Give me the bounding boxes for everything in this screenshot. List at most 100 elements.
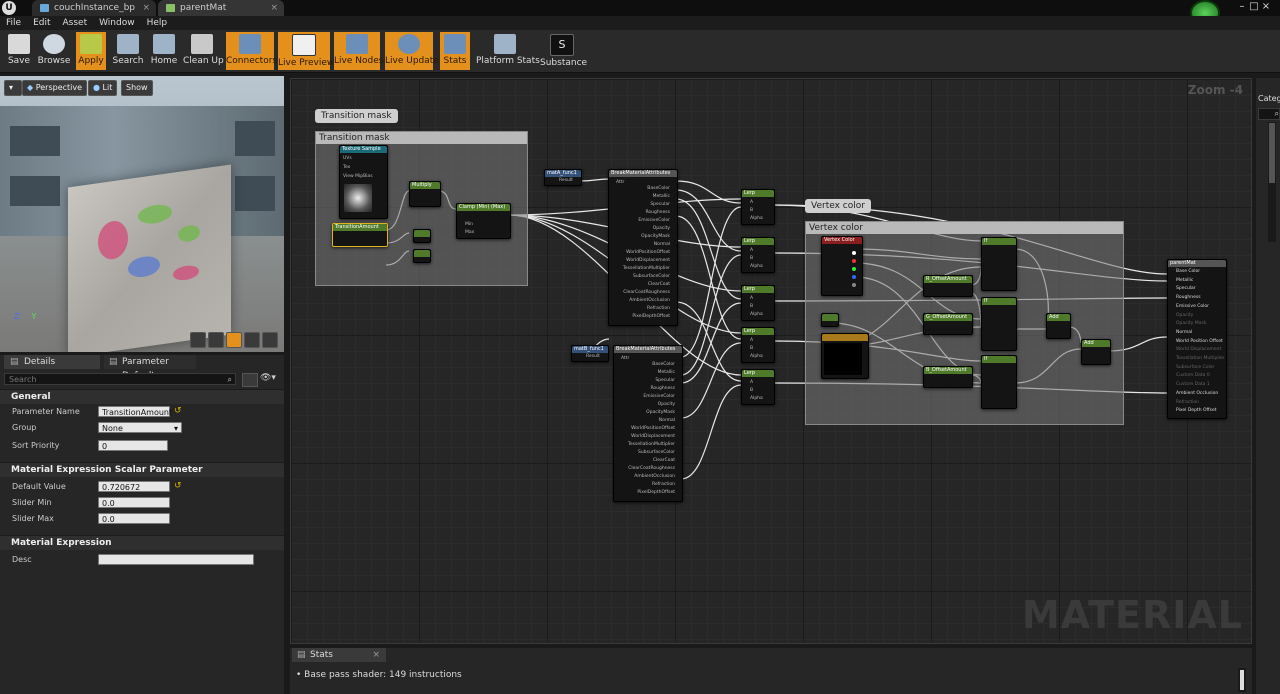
lit-button[interactable]: ● Lit	[88, 80, 118, 96]
lerp-pin[interactable]: B	[750, 208, 753, 213]
menu-window[interactable]: Window	[93, 16, 141, 30]
output-pin[interactable]: Refraction	[647, 306, 670, 311]
output-pin[interactable]: BaseColor	[652, 362, 675, 367]
save-button[interactable]: Save	[4, 32, 34, 70]
output-pin[interactable]: Metallic	[658, 370, 675, 375]
output-pin[interactable]: PixelDepthOffset	[632, 314, 670, 319]
tab-stats[interactable]: ▤ Stats ×	[292, 648, 386, 662]
platform-stats-button[interactable]: Platform Stats	[476, 32, 540, 70]
input-pin[interactable]: Emissive Color	[1176, 304, 1209, 309]
input-pin[interactable]: Subsurface Color	[1176, 365, 1214, 370]
reset-to-default-icon[interactable]: ↺	[174, 482, 182, 491]
output-pin[interactable]: EmissiveColor	[643, 394, 675, 399]
vertex-color-node[interactable]: Vertex Color	[821, 236, 863, 296]
maximize-icon[interactable]: □	[1248, 1, 1260, 12]
slider-min-field[interactable]: 0.0	[98, 497, 170, 508]
output-pin[interactable]: ClearCoatRoughness	[628, 466, 675, 471]
lerp-pin[interactable]: B	[750, 346, 753, 351]
clamp-node[interactable]: Clamp (Min) (Max) Min Max	[456, 203, 511, 239]
preview-plane-icon[interactable]	[226, 332, 242, 348]
pin-min[interactable]: Min	[465, 222, 473, 227]
reset-to-default-icon[interactable]: ↺	[174, 407, 182, 416]
output-pin[interactable]: ClearCoat	[648, 282, 670, 287]
section-material-expression[interactable]: Material Expression	[0, 535, 284, 550]
output-pin[interactable]: OpacityMask	[646, 410, 675, 415]
output-pin[interactable]: AmbientOcclusion	[634, 474, 675, 479]
lerp-pin[interactable]: Alpha	[750, 396, 763, 401]
input-pin[interactable]: World Displacement	[1176, 347, 1221, 352]
input-pin[interactable]: Custom Data 1	[1176, 382, 1210, 387]
input-pin[interactable]: Metallic	[1176, 278, 1193, 283]
material-output-node[interactable]: parentMat Base Color Metallic Specular Roug…	[1167, 259, 1227, 419]
input-pin[interactable]: Roughness	[1176, 295, 1201, 300]
input-pin[interactable]: Refraction	[1176, 400, 1199, 405]
comment-bubble-vertex-color[interactable]: Vertex color	[805, 199, 871, 213]
lerp-node[interactable]: Lerp A B Alpha	[741, 237, 775, 273]
menu-help[interactable]: Help	[141, 16, 174, 30]
output-pin[interactable]: Metallic	[653, 194, 670, 199]
apply-button[interactable]: Apply	[76, 32, 106, 70]
palette-scrollbar[interactable]	[1268, 122, 1276, 242]
clean-up-button[interactable]: Clean Up	[183, 32, 224, 70]
output-pin[interactable]: Roughness	[645, 210, 670, 215]
output-pin[interactable]: TessellationMultiplier	[628, 442, 675, 447]
live-preview-button[interactable]: Live Preview	[278, 32, 334, 70]
output-pin[interactable]: Refraction	[652, 482, 675, 487]
r-offset-amount-node[interactable]: R_OffsetAmount	[923, 275, 973, 297]
live-update-button[interactable]: Live Update	[385, 32, 439, 70]
transition-amount-node[interactable]: TransitionAmount	[332, 223, 388, 247]
break-material-attributes-node[interactable]: BreakMaterialAttributes Attr BaseColor Me…	[608, 169, 678, 326]
lerp-pin[interactable]: A	[750, 338, 753, 343]
mat-b-function-node[interactable]: matB_func1 Result	[571, 345, 609, 362]
menu-asset[interactable]: Asset	[57, 16, 94, 30]
lerp-pin[interactable]: A	[750, 248, 753, 253]
output-pin[interactable]: WorldPositionOffset	[631, 426, 675, 431]
pin-result[interactable]: Result	[586, 354, 600, 359]
lerp-pin[interactable]: Alpha	[750, 264, 763, 269]
stats-scrollbar[interactable]	[1238, 668, 1246, 692]
add-node[interactable]: Add	[1046, 313, 1071, 339]
output-pin[interactable]: Opacity	[653, 226, 670, 231]
mat-a-function-node[interactable]: matA_func1 Result	[544, 169, 582, 186]
tab-parameter-defaults[interactable]: ▤Parameter Defaults	[104, 355, 196, 381]
output-pin[interactable]: ClearCoat	[653, 458, 675, 463]
output-pin[interactable]: WorldDisplacement	[631, 434, 675, 439]
lerp-pin[interactable]: B	[750, 256, 753, 261]
desc-field[interactable]	[98, 554, 254, 565]
lerp-node[interactable]: Lerp A B Alpha	[741, 189, 775, 225]
default-value-field[interactable]: 0.720672	[98, 481, 170, 492]
input-pin[interactable]: Ambient Occlusion	[1176, 391, 1218, 396]
lerp-pin[interactable]: Alpha	[750, 216, 763, 221]
connectors-button[interactable]: Connectors	[226, 32, 277, 70]
palette-search-icon[interactable]: ⌕	[1258, 108, 1280, 120]
output-pin[interactable]: Specular	[650, 202, 670, 207]
comment-bubble-transition-mask[interactable]: Transition mask	[315, 109, 398, 123]
live-nodes-button[interactable]: Live Nodes	[334, 32, 383, 70]
pin-attr[interactable]: Attr	[621, 356, 629, 361]
tab-couch-instance[interactable]: couchInstance_bp ×	[32, 0, 156, 16]
output-pin[interactable]: Normal	[654, 242, 670, 247]
tab-parent-mat[interactable]: parentMat ×	[158, 0, 284, 16]
if-node[interactable]: If	[981, 355, 1017, 409]
break-material-attributes-node[interactable]: BreakMaterialAttributes Attr BaseColor Me…	[613, 345, 683, 502]
eye-icon[interactable]: 👁▾	[260, 373, 276, 383]
preview-sphere-icon[interactable]	[208, 332, 224, 348]
output-pin[interactable]: EmissiveColor	[638, 218, 670, 223]
section-general[interactable]: General	[0, 389, 284, 404]
output-pin[interactable]: BaseColor	[647, 186, 670, 191]
tab-details[interactable]: ▤ Details	[4, 355, 100, 369]
lerp-pin[interactable]: B	[750, 388, 753, 393]
input-pin[interactable]: World Position Offset	[1176, 339, 1223, 344]
preview-mesh-icon[interactable]	[262, 332, 278, 348]
output-pin[interactable]: SubsurfaceColor	[638, 450, 675, 455]
texture-sample-node[interactable]: Texture Sample UVs Tex View MipBias	[339, 145, 388, 219]
input-pin[interactable]: Specular	[1176, 286, 1196, 291]
close-icon[interactable]: ×	[372, 648, 380, 662]
output-pin[interactable]: SubsurfaceColor	[633, 274, 670, 279]
if-node[interactable]: If	[981, 237, 1017, 291]
add-node[interactable]: Add	[1081, 339, 1111, 365]
section-scalar-parameter[interactable]: Material Expression Scalar Parameter	[0, 462, 284, 477]
lerp-pin[interactable]: A	[750, 296, 753, 301]
lerp-pin[interactable]: B	[750, 304, 753, 309]
output-pin[interactable]: Normal	[659, 418, 675, 423]
